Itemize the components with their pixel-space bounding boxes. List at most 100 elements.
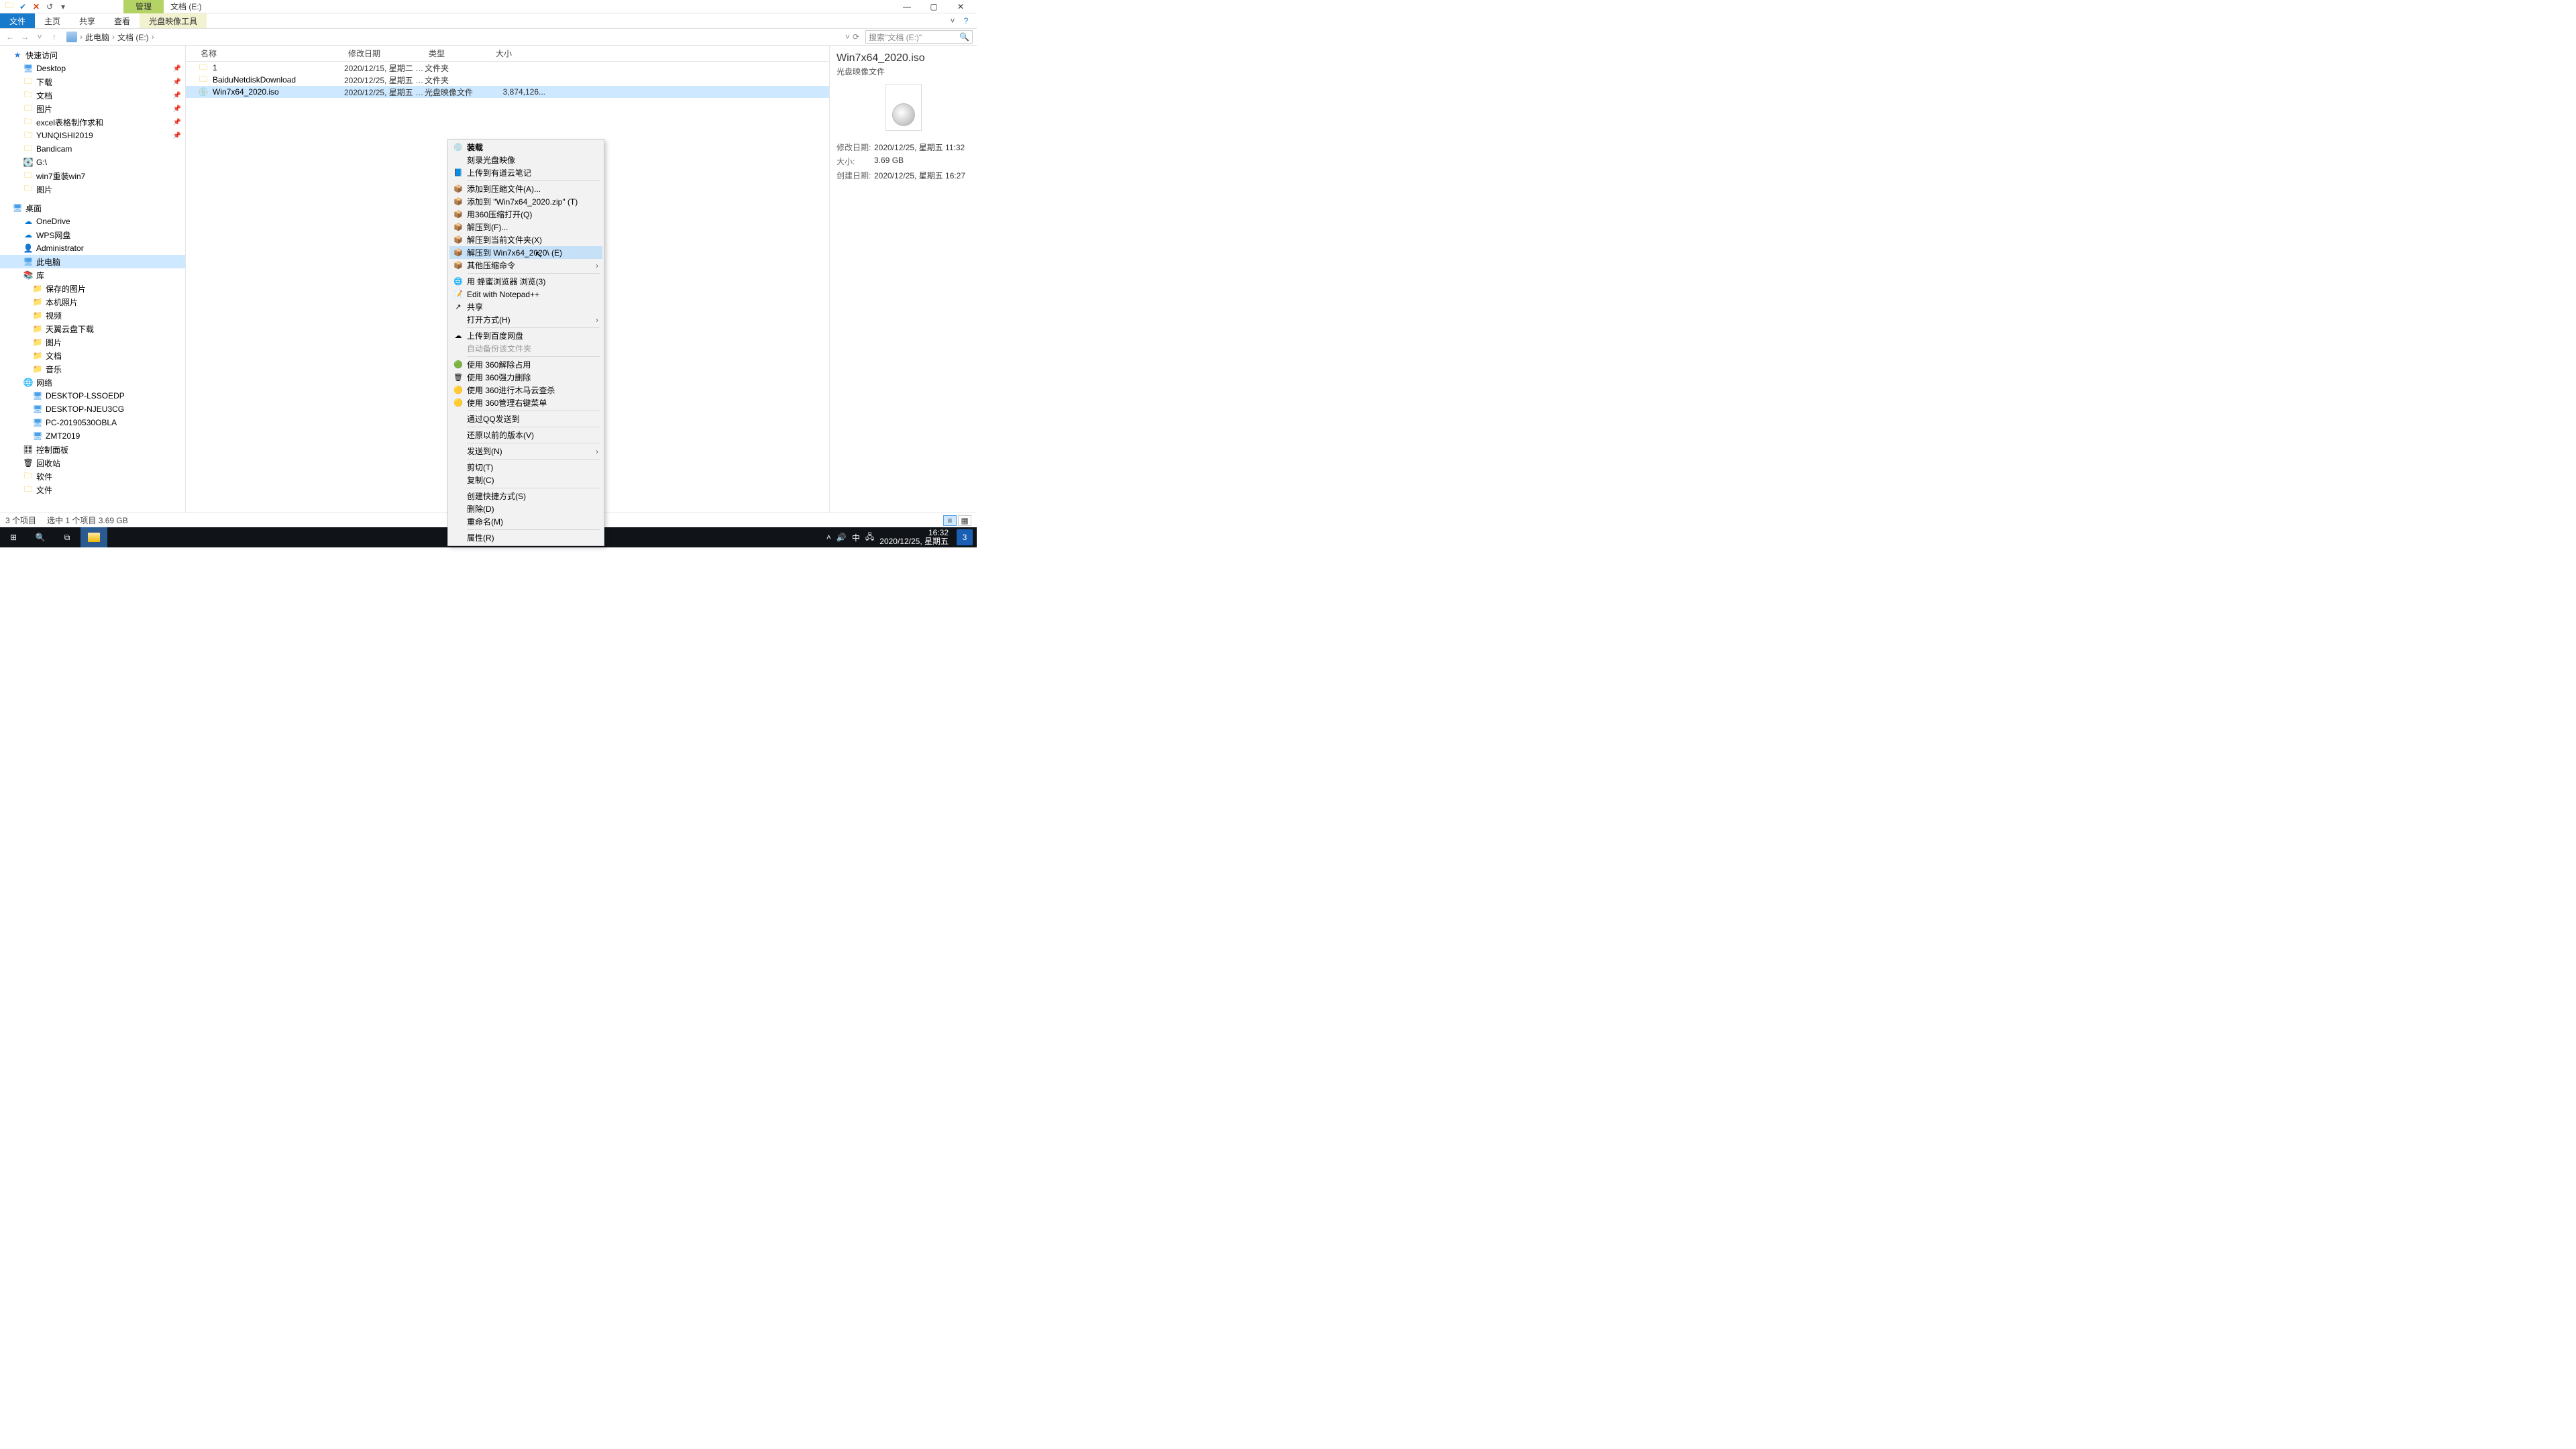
tree-item[interactable]: ☁OneDrive	[0, 215, 185, 228]
context-menu-item[interactable]: 创建快捷方式(S)	[449, 490, 602, 502]
tree-item[interactable]: 🗀下载📌	[0, 75, 185, 89]
tree-item[interactable]: 🖥桌面	[0, 201, 185, 215]
tree-item[interactable]: 🖥Desktop📌	[0, 62, 185, 75]
context-menu-item[interactable]: 还原以前的版本(V)	[449, 429, 602, 441]
tree-item[interactable]: ★快速访问	[0, 48, 185, 62]
context-menu-item[interactable]: 🗑使用 360强力删除	[449, 371, 602, 384]
context-menu-item[interactable]: 重命名(M)	[449, 515, 602, 528]
tree-item[interactable]: 💽G:\	[0, 156, 185, 169]
qat-check-icon[interactable]: ✔	[16, 1, 30, 12]
context-menu-item[interactable]: 属性(R)	[449, 531, 602, 544]
system-tray[interactable]: ˄ 🔊 中 🖧	[826, 531, 874, 545]
tree-item[interactable]: 🖥PC-20190530OBLA	[0, 416, 185, 429]
help-icon[interactable]: ?	[959, 16, 973, 25]
breadcrumb-part[interactable]: 此电脑	[85, 32, 109, 43]
context-menu-item[interactable]: 📦解压到(F)...	[449, 221, 602, 233]
tray-show-hidden-icon[interactable]: ˄	[826, 533, 831, 542]
search-input[interactable]: 搜索"文档 (E:)" 🔍	[865, 30, 973, 44]
context-menu-item[interactable]: 刻录光盘映像	[449, 154, 602, 166]
chevron-right-icon[interactable]: ›	[112, 32, 115, 42]
clock[interactable]: 16:32 2020/12/25, 星期五	[879, 529, 951, 546]
column-date[interactable]: 修改日期	[343, 48, 423, 59]
refresh-icon[interactable]: ⟳	[853, 32, 859, 42]
context-menu-item[interactable]: 📘上传到有道云笔记	[449, 166, 602, 179]
tree-item[interactable]: 🖥ZMT2019	[0, 429, 185, 443]
tree-item[interactable]: 📚库	[0, 268, 185, 282]
column-name[interactable]: 名称	[195, 48, 343, 59]
tree-item[interactable]: 📁文档	[0, 349, 185, 362]
context-menu-item[interactable]: 通过QQ发送到	[449, 413, 602, 425]
ribbon-expand-icon[interactable]: ˅	[946, 16, 959, 25]
context-menu-item[interactable]: 📝Edit with Notepad++	[449, 288, 602, 301]
view-icons-button[interactable]: ▦	[958, 515, 971, 526]
context-menu-item[interactable]: 📦添加到压缩文件(A)...	[449, 182, 602, 195]
tree-item[interactable]: 🗀图片	[0, 182, 185, 196]
file-explorer-button[interactable]	[80, 527, 107, 547]
column-size[interactable]: 大小	[490, 48, 544, 59]
context-menu-item[interactable]: 剪切(T)	[449, 461, 602, 474]
breadcrumb-part[interactable]: 文档 (E:)	[117, 32, 149, 43]
tree-item[interactable]: 🗀软件	[0, 470, 185, 483]
tree-item[interactable]: 🗀Bandicam	[0, 142, 185, 156]
recent-locations-icon[interactable]: ˅	[34, 31, 46, 43]
view-details-button[interactable]: ≡	[943, 515, 957, 526]
tree-item[interactable]: 🖥DESKTOP-NJEU3CG	[0, 402, 185, 416]
tree-item[interactable]: 📁保存的图片	[0, 282, 185, 295]
file-row[interactable]: 💿Win7x64_2020.iso2020/12/25, 星期五 1...光盘映…	[186, 86, 829, 98]
qat-close-icon[interactable]: ✕	[30, 1, 43, 12]
chevron-down-icon[interactable]: ▾	[56, 1, 70, 12]
tree-item[interactable]: 🎛控制面板	[0, 443, 185, 456]
start-button[interactable]: ⊞	[0, 527, 27, 547]
context-menu-item[interactable]: 📦其他压缩命令›	[449, 259, 602, 272]
breadcrumb[interactable]: › 此电脑 › 文档 (E:) › ˅ ⟳	[63, 31, 863, 44]
tree-item[interactable]: 🗀win7重装win7	[0, 169, 185, 182]
back-button[interactable]: ←	[4, 31, 16, 43]
tree-item[interactable]: 🖥此电脑	[0, 255, 185, 268]
tab-view[interactable]: 查看	[105, 13, 140, 28]
tree-item[interactable]: 📁天翼云盘下载	[0, 322, 185, 335]
tree-item[interactable]: 🌐网络	[0, 376, 185, 389]
tab-share[interactable]: 共享	[70, 13, 105, 28]
context-menu-item[interactable]: 删除(D)	[449, 502, 602, 515]
minimize-button[interactable]: —	[894, 0, 920, 13]
tree-item[interactable]: 👤Administrator	[0, 241, 185, 255]
tree-item[interactable]: 📁音乐	[0, 362, 185, 376]
column-type[interactable]: 类型	[423, 48, 490, 59]
network-icon[interactable]: 🖧	[865, 531, 874, 545]
context-menu-item[interactable]: 📦用360压缩打开(Q)	[449, 208, 602, 221]
contextual-tab[interactable]: 管理	[123, 0, 164, 13]
action-center-button[interactable]: 3	[957, 529, 973, 545]
context-menu-item[interactable]: 🟢使用 360解除占用	[449, 358, 602, 371]
context-menu-item[interactable]: 📦解压到当前文件夹(X)	[449, 233, 602, 246]
forward-button[interactable]: →	[19, 31, 31, 43]
context-menu-item[interactable]: 📦解压到 Win7x64_2020\ (E)	[449, 246, 602, 259]
tree-item[interactable]: 🗀图片📌	[0, 102, 185, 115]
close-button[interactable]: ✕	[947, 0, 974, 13]
tree-item[interactable]: 🗑回收站	[0, 456, 185, 470]
context-menu-item[interactable]: 🌐用 蜂蜜浏览器 浏览(3)	[449, 275, 602, 288]
chevron-right-icon[interactable]: ›	[80, 32, 83, 42]
tree-item[interactable]: 📁视频	[0, 309, 185, 322]
tree-item[interactable]: 🗀文档📌	[0, 89, 185, 102]
task-view-button[interactable]: ⧉	[54, 527, 80, 547]
volume-icon[interactable]: 🔊	[837, 533, 847, 542]
tree-item[interactable]: 🖥DESKTOP-LSSOEDP	[0, 389, 185, 402]
context-menu-item[interactable]: ↗共享	[449, 301, 602, 313]
file-list[interactable]: 名称 修改日期 类型 大小 🗀12020/12/15, 星期二 1...文件夹🗀…	[186, 46, 829, 513]
qat-folder-icon[interactable]: 🗀	[3, 1, 16, 12]
navigation-tree[interactable]: ★快速访问🖥Desktop📌🗀下载📌🗀文档📌🗀图片📌🗀excel表格制作求和📌🗀…	[0, 46, 186, 513]
history-dropdown-icon[interactable]: ˅	[845, 32, 850, 42]
context-menu-item[interactable]: 打开方式(H)›	[449, 313, 602, 326]
context-menu-item[interactable]: 🟡使用 360管理右键菜单	[449, 396, 602, 409]
context-menu-item[interactable]: ☁上传到百度网盘	[449, 329, 602, 342]
tree-item[interactable]: 🗀文件	[0, 483, 185, 496]
tree-item[interactable]: ☁WPS网盘	[0, 228, 185, 241]
tree-item[interactable]: 📁本机照片	[0, 295, 185, 309]
ime-indicator[interactable]: 中	[852, 532, 860, 543]
chevron-right-icon[interactable]: ›	[152, 32, 154, 42]
tab-disc-tool[interactable]: 光盘映像工具	[140, 13, 207, 28]
search-button[interactable]: 🔍	[27, 527, 54, 547]
context-menu-item[interactable]: 🟡使用 360进行木马云查杀	[449, 384, 602, 396]
file-row[interactable]: 🗀12020/12/15, 星期二 1...文件夹	[186, 62, 829, 74]
qat-undo-icon[interactable]: ↺	[43, 1, 56, 12]
